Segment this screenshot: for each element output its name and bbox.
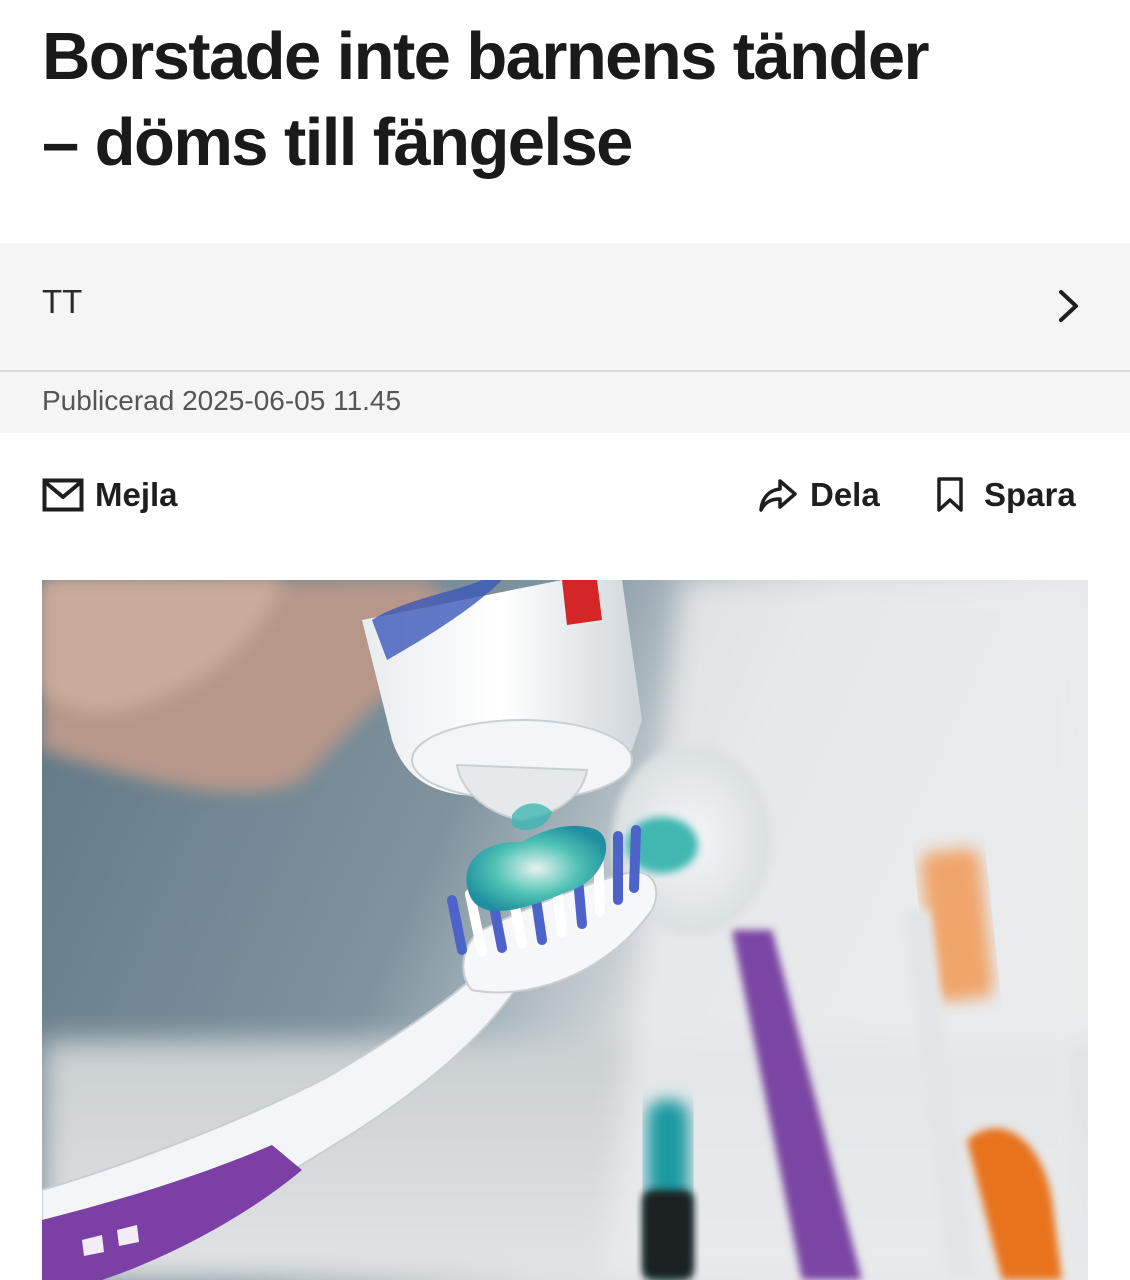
article-page: Borstade inte barnens tänder – döms till…	[0, 0, 1130, 1280]
publish-date: Publicerad 2025-06-05 11.45	[42, 385, 402, 416]
headline-line-2: – döms till fängelse	[42, 105, 633, 180]
article-headline: Borstade inte barnens tänder – döms till…	[42, 14, 1102, 186]
email-button[interactable]: Mejla	[42, 470, 178, 520]
save-label: Spara	[984, 476, 1076, 513]
publish-info: Publicerad 2025-06-05 11.45	[0, 372, 1130, 433]
article-actions: Mejla Dela Spara	[0, 470, 1130, 520]
share-button[interactable]: Dela	[758, 470, 880, 520]
author-byline-link[interactable]: TT	[0, 243, 1130, 370]
email-label: Mejla	[95, 476, 178, 513]
share-arrow-icon	[759, 479, 797, 512]
mail-icon	[42, 478, 84, 512]
chevron-right-icon	[1059, 290, 1078, 322]
bookmark-icon	[937, 477, 963, 512]
share-label: Dela	[810, 476, 880, 513]
headline-line-1: Borstade inte barnens tänder	[42, 19, 930, 94]
article-hero-image	[42, 580, 1088, 1280]
toothbrush-photo	[42, 580, 1088, 1280]
save-button[interactable]: Spara	[936, 470, 1076, 520]
author-name: TT	[42, 283, 83, 320]
